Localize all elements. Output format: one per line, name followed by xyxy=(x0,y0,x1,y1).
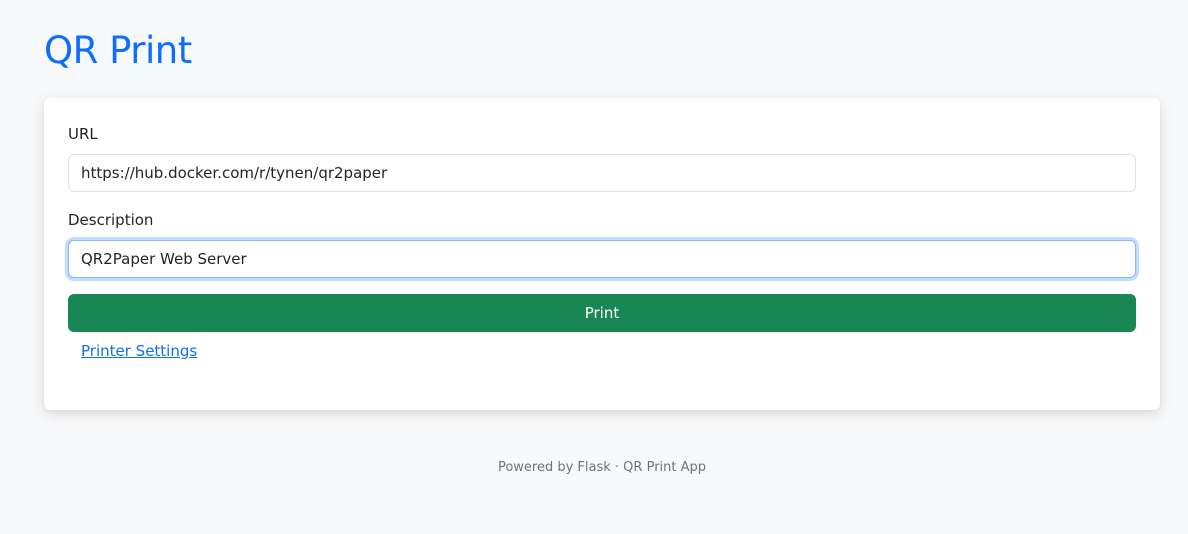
print-form-card: URL Description Print Printer Settings xyxy=(44,98,1160,410)
footer-text: Powered by Flask · QR Print App xyxy=(497,460,707,475)
printer-settings-link[interactable]: Printer Settings xyxy=(81,341,197,361)
description-label: Description xyxy=(68,211,154,229)
page-title: QR Print xyxy=(44,29,192,72)
print-button[interactable]: Print xyxy=(68,294,1136,332)
url-label: URL xyxy=(68,125,98,143)
description-input[interactable] xyxy=(68,240,1136,278)
url-input[interactable] xyxy=(68,154,1136,192)
